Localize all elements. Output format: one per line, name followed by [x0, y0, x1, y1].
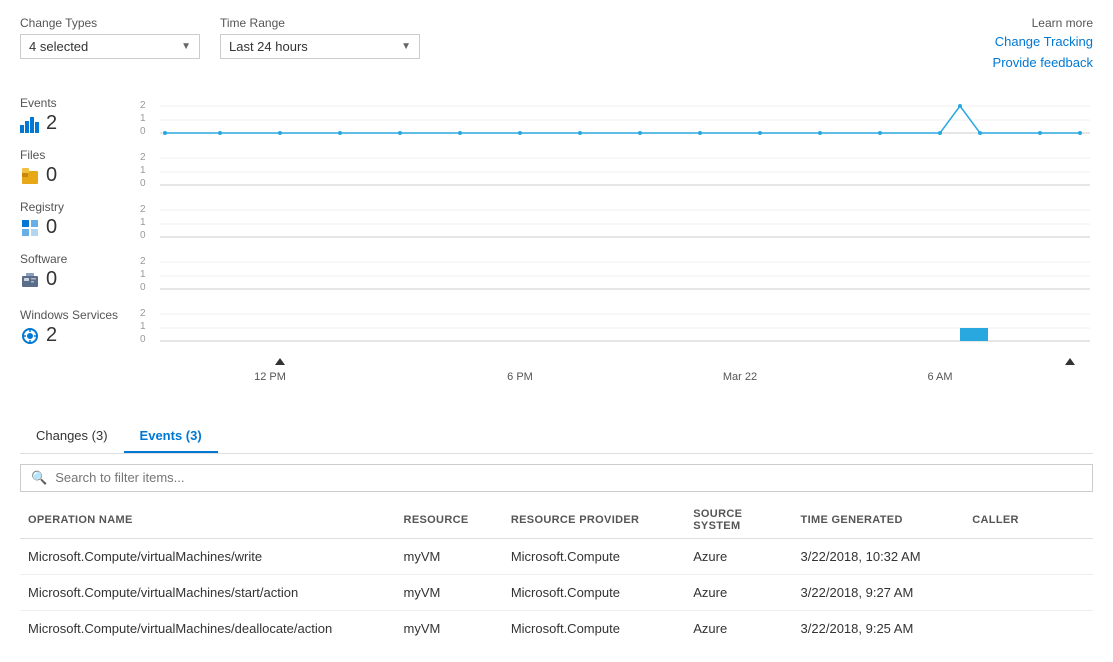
registry-icon — [20, 218, 40, 238]
time-range-value: Last 24 hours — [229, 39, 393, 54]
software-label: Software — [20, 252, 140, 266]
files-value: 0 — [46, 164, 57, 187]
cell-resource-provider-1: Microsoft.Compute — [503, 574, 685, 610]
col-header-resource-provider: RESOURCE PROVIDER — [503, 502, 685, 539]
learn-more-section: Learn more Change Tracking Provide feedb… — [993, 16, 1093, 74]
cell-operation-1: Microsoft.Compute/virtualMachines/start/… — [20, 574, 396, 610]
svg-text:2: 2 — [140, 204, 146, 215]
col-header-resource: RESOURCE — [396, 502, 503, 539]
metrics-list: Events 2 Files — [20, 90, 140, 410]
cell-resource-2: myVM — [396, 610, 503, 646]
svg-text:0: 0 — [140, 282, 146, 293]
cell-caller-1 — [964, 574, 1093, 610]
col-header-time-generated: TIME GENERATED — [793, 502, 965, 539]
registry-metric: Registry 0 — [20, 194, 140, 246]
svg-text:1: 1 — [140, 321, 146, 332]
registry-value: 0 — [46, 216, 57, 239]
svg-text:12 PM: 12 PM — [254, 371, 286, 383]
cell-resource-provider-2: Microsoft.Compute — [503, 610, 685, 646]
software-value: 0 — [46, 268, 57, 291]
svg-text:0: 0 — [140, 126, 146, 137]
events-value: 2 — [46, 112, 57, 135]
files-icon — [20, 166, 40, 186]
chart-section: Events 2 Files — [20, 90, 1093, 410]
software-metric: Software 0 — [20, 246, 140, 298]
svg-text:2: 2 — [140, 308, 146, 319]
cell-caller-0 — [964, 538, 1093, 574]
svg-text:6 AM: 6 AM — [927, 371, 952, 383]
cell-operation-2: Microsoft.Compute/virtualMachines/deallo… — [20, 610, 396, 646]
table-header-row: OPERATION NAME RESOURCE RESOURCE PROVIDE… — [20, 502, 1093, 539]
tabs-row: Changes (3) Events (3) — [20, 420, 1093, 454]
cell-resource-1: myVM — [396, 574, 503, 610]
cell-source-system-2: Azure — [685, 610, 792, 646]
search-input[interactable] — [55, 470, 1082, 485]
col-header-operation: OPERATION NAME — [20, 502, 396, 539]
svg-text:2: 2 — [140, 100, 146, 111]
svg-text:2: 2 — [140, 152, 146, 163]
change-types-arrow-icon: ▼ — [181, 41, 191, 52]
time-range-label: Time Range — [220, 16, 420, 30]
windows-services-value: 2 — [46, 324, 57, 347]
table-row: Microsoft.Compute/virtualMachines/deallo… — [20, 610, 1093, 646]
main-chart: 2 1 0 2 1 0 2 1 0 — [140, 90, 1093, 410]
windows-services-icon — [20, 326, 40, 346]
events-icon — [20, 114, 40, 134]
events-metric: Events 2 — [20, 90, 140, 142]
change-tracking-link[interactable]: Change Tracking — [993, 32, 1093, 53]
cell-resource-provider-0: Microsoft.Compute — [503, 538, 685, 574]
change-types-value: 4 selected — [29, 39, 173, 54]
svg-text:0: 0 — [140, 334, 146, 345]
svg-text:1: 1 — [140, 269, 146, 280]
change-types-dropdown[interactable]: 4 selected ▼ — [20, 34, 200, 59]
svg-text:1: 1 — [140, 217, 146, 228]
change-types-label: Change Types — [20, 16, 200, 30]
table-row: Microsoft.Compute/virtualMachines/start/… — [20, 574, 1093, 610]
time-range-dropdown[interactable]: Last 24 hours ▼ — [220, 34, 420, 59]
windows-services-metric: Windows Services 2 — [20, 298, 140, 358]
table-row: Microsoft.Compute/virtualMachines/write … — [20, 538, 1093, 574]
col-header-source-system: SOURCE SYSTEM — [685, 502, 792, 539]
svg-text:1: 1 — [140, 113, 146, 124]
files-label: Files — [20, 148, 140, 162]
cell-resource-0: myVM — [396, 538, 503, 574]
tab-changes[interactable]: Changes (3) — [20, 420, 124, 453]
registry-label: Registry — [20, 200, 140, 214]
time-range-arrow-icon: ▼ — [401, 41, 411, 52]
search-icon: 🔍 — [31, 470, 47, 486]
table-body: Microsoft.Compute/virtualMachines/write … — [20, 538, 1093, 646]
change-types-group: Change Types 4 selected ▼ — [20, 16, 200, 59]
files-metric: Files 0 — [20, 142, 140, 194]
svg-text:2: 2 — [140, 256, 146, 267]
cell-operation-0: Microsoft.Compute/virtualMachines/write — [20, 538, 396, 574]
cell-time-generated-0: 3/22/2018, 10:32 AM — [793, 538, 965, 574]
cell-source-system-0: Azure — [685, 538, 792, 574]
search-bar: 🔍 — [20, 464, 1093, 492]
software-icon — [20, 270, 40, 290]
main-container: Change Types 4 selected ▼ Time Range Las… — [0, 0, 1113, 662]
windows-services-label: Windows Services — [20, 308, 140, 322]
cell-source-system-1: Azure — [685, 574, 792, 610]
cell-caller-2 — [964, 610, 1093, 646]
events-label: Events — [20, 96, 140, 110]
col-header-caller: CALLER — [964, 502, 1093, 539]
svg-text:0: 0 — [140, 230, 146, 241]
charts-wrapper: 2 1 0 2 1 0 2 1 0 — [140, 90, 1093, 410]
tab-events[interactable]: Events (3) — [124, 420, 218, 453]
svg-text:Mar 22: Mar 22 — [723, 371, 757, 383]
provide-feedback-link[interactable]: Provide feedback — [993, 53, 1093, 74]
svg-text:1: 1 — [140, 165, 146, 176]
svg-text:6 PM: 6 PM — [507, 371, 533, 383]
learn-more-label: Learn more — [993, 16, 1093, 30]
svg-text:0: 0 — [140, 178, 146, 189]
cell-time-generated-2: 3/22/2018, 9:25 AM — [793, 610, 965, 646]
cell-time-generated-1: 3/22/2018, 9:27 AM — [793, 574, 965, 610]
time-range-group: Time Range Last 24 hours ▼ — [220, 16, 420, 59]
top-controls: Change Types 4 selected ▼ Time Range Las… — [20, 16, 1093, 74]
